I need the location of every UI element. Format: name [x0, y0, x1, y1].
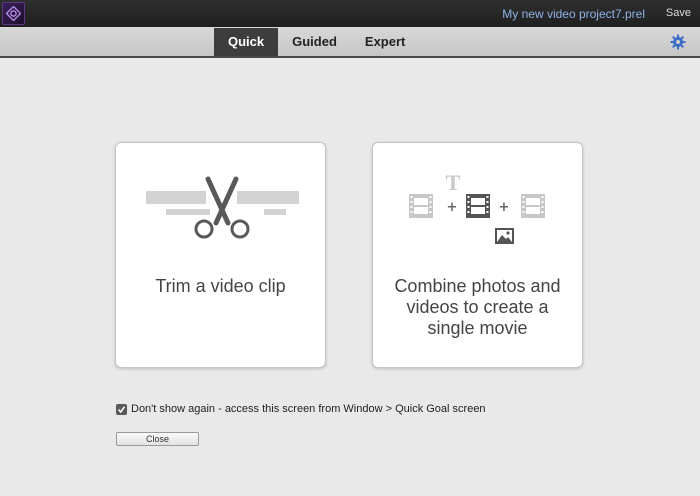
dont-show-again-row: Don't show again - access this screen fr… [116, 403, 486, 415]
combine-card-label: Combine photos and videos to create a si… [394, 276, 561, 338]
tab-expert[interactable]: Expert [351, 28, 419, 56]
gear-icon[interactable] [670, 34, 686, 50]
close-button[interactable]: Close [116, 432, 199, 446]
app-logo-icon [2, 2, 25, 25]
svg-text:T: T [446, 170, 461, 195]
combine-media-card[interactable]: T + + Combine photos and videos to creat… [372, 142, 583, 368]
trim-card-label: Trim a video clip [155, 276, 286, 296]
title-bar: My new video project7.prel Save [0, 0, 700, 27]
dont-show-checkbox[interactable] [116, 403, 127, 415]
trim-video-card[interactable]: Trim a video clip [115, 142, 326, 368]
dont-show-label: Don't show again - access this screen fr… [131, 403, 486, 415]
tab-quick[interactable]: Quick [214, 28, 279, 56]
svg-text:+: + [499, 200, 510, 215]
tab-guided[interactable]: Guided [278, 28, 351, 56]
mode-bar: Quick Guided Expert [0, 27, 700, 58]
scissors-icon [146, 176, 299, 239]
mode-tabs: Quick Guided Expert [214, 28, 419, 56]
project-name[interactable]: My new video project7.prel [502, 7, 645, 21]
save-button[interactable]: Save [666, 7, 691, 19]
combine-media-icon: T + + [409, 170, 545, 244]
svg-text:+: + [447, 200, 458, 215]
